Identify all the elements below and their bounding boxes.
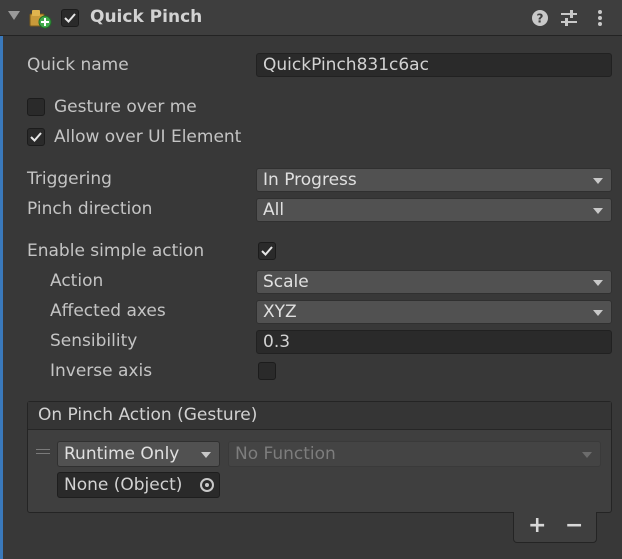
svg-text:?: ? [537,12,544,26]
dropdown-arrow-icon [593,178,603,184]
function-dropdown[interactable]: No Function [228,441,601,467]
pinch-direction-dropdown[interactable]: All [256,198,612,222]
event-footer: + − [513,512,597,543]
component-title: Quick Pinch [90,7,203,27]
drag-handle-icon[interactable] [36,449,50,455]
add-listener-button[interactable]: + [528,513,546,539]
affected-axes-dropdown[interactable]: XYZ [256,300,612,324]
runtime-value: Runtime Only [64,444,180,464]
triggering-value: In Progress [263,170,357,190]
component-enabled-checkbox[interactable] [61,9,79,27]
triggering-label: Triggering [27,169,112,189]
allow-over-ui-checkbox[interactable] [27,128,45,146]
event-title: On Pinch Action (Gesture) [38,405,258,425]
quick-name-input[interactable]: QuickPinch831c6ac [256,53,612,77]
component-script-icon [29,10,52,29]
action-value: Scale [263,272,309,292]
enable-simple-action-label: Enable simple action [27,241,205,261]
dropdown-arrow-icon [593,310,603,316]
component-header[interactable]: Quick Pinch ? [0,0,622,36]
quick-name-label: Quick name [27,55,129,75]
affected-axes-value: XYZ [263,302,297,322]
gesture-over-me-checkbox[interactable] [27,98,45,116]
pinch-direction-value: All [263,200,285,220]
object-field[interactable]: None (Object) [57,472,220,498]
inverse-axis-checkbox[interactable] [258,362,276,380]
pinch-direction-label: Pinch direction [27,199,153,219]
function-value: No Function [235,444,336,464]
affected-axes-label: Affected axes [50,301,166,321]
runtime-dropdown[interactable]: Runtime Only [57,441,220,467]
triggering-dropdown[interactable]: In Progress [256,168,612,192]
enable-simple-action-checkbox[interactable] [258,242,276,260]
left-accent-bar [0,36,3,559]
object-picker-icon[interactable] [200,478,214,492]
checkmark-icon [64,13,76,23]
dropdown-arrow-icon [582,452,592,458]
dropdown-arrow-icon [593,208,603,214]
remove-listener-button[interactable]: − [565,513,583,539]
sensibility-label: Sensibility [50,331,138,351]
dropdown-arrow-icon [593,280,603,286]
checkmark-icon [261,246,273,256]
inverse-axis-label: Inverse axis [50,361,153,381]
presets-icon[interactable] [560,9,578,27]
object-value: None (Object) [64,475,183,495]
gesture-over-me-label: Gesture over me [54,97,197,117]
allow-over-ui-label: Allow over UI Element [54,127,242,147]
help-icon[interactable]: ? [531,9,549,27]
sensibility-input[interactable]: 0.3 [256,330,612,354]
action-label: Action [50,271,104,291]
action-dropdown[interactable]: Scale [256,270,612,294]
event-header: On Pinch Action (Gesture) [28,402,611,430]
fold-arrow-icon[interactable] [8,11,20,20]
more-menu-icon[interactable] [591,9,609,27]
checkmark-icon [30,132,42,142]
dropdown-arrow-icon [201,452,211,458]
